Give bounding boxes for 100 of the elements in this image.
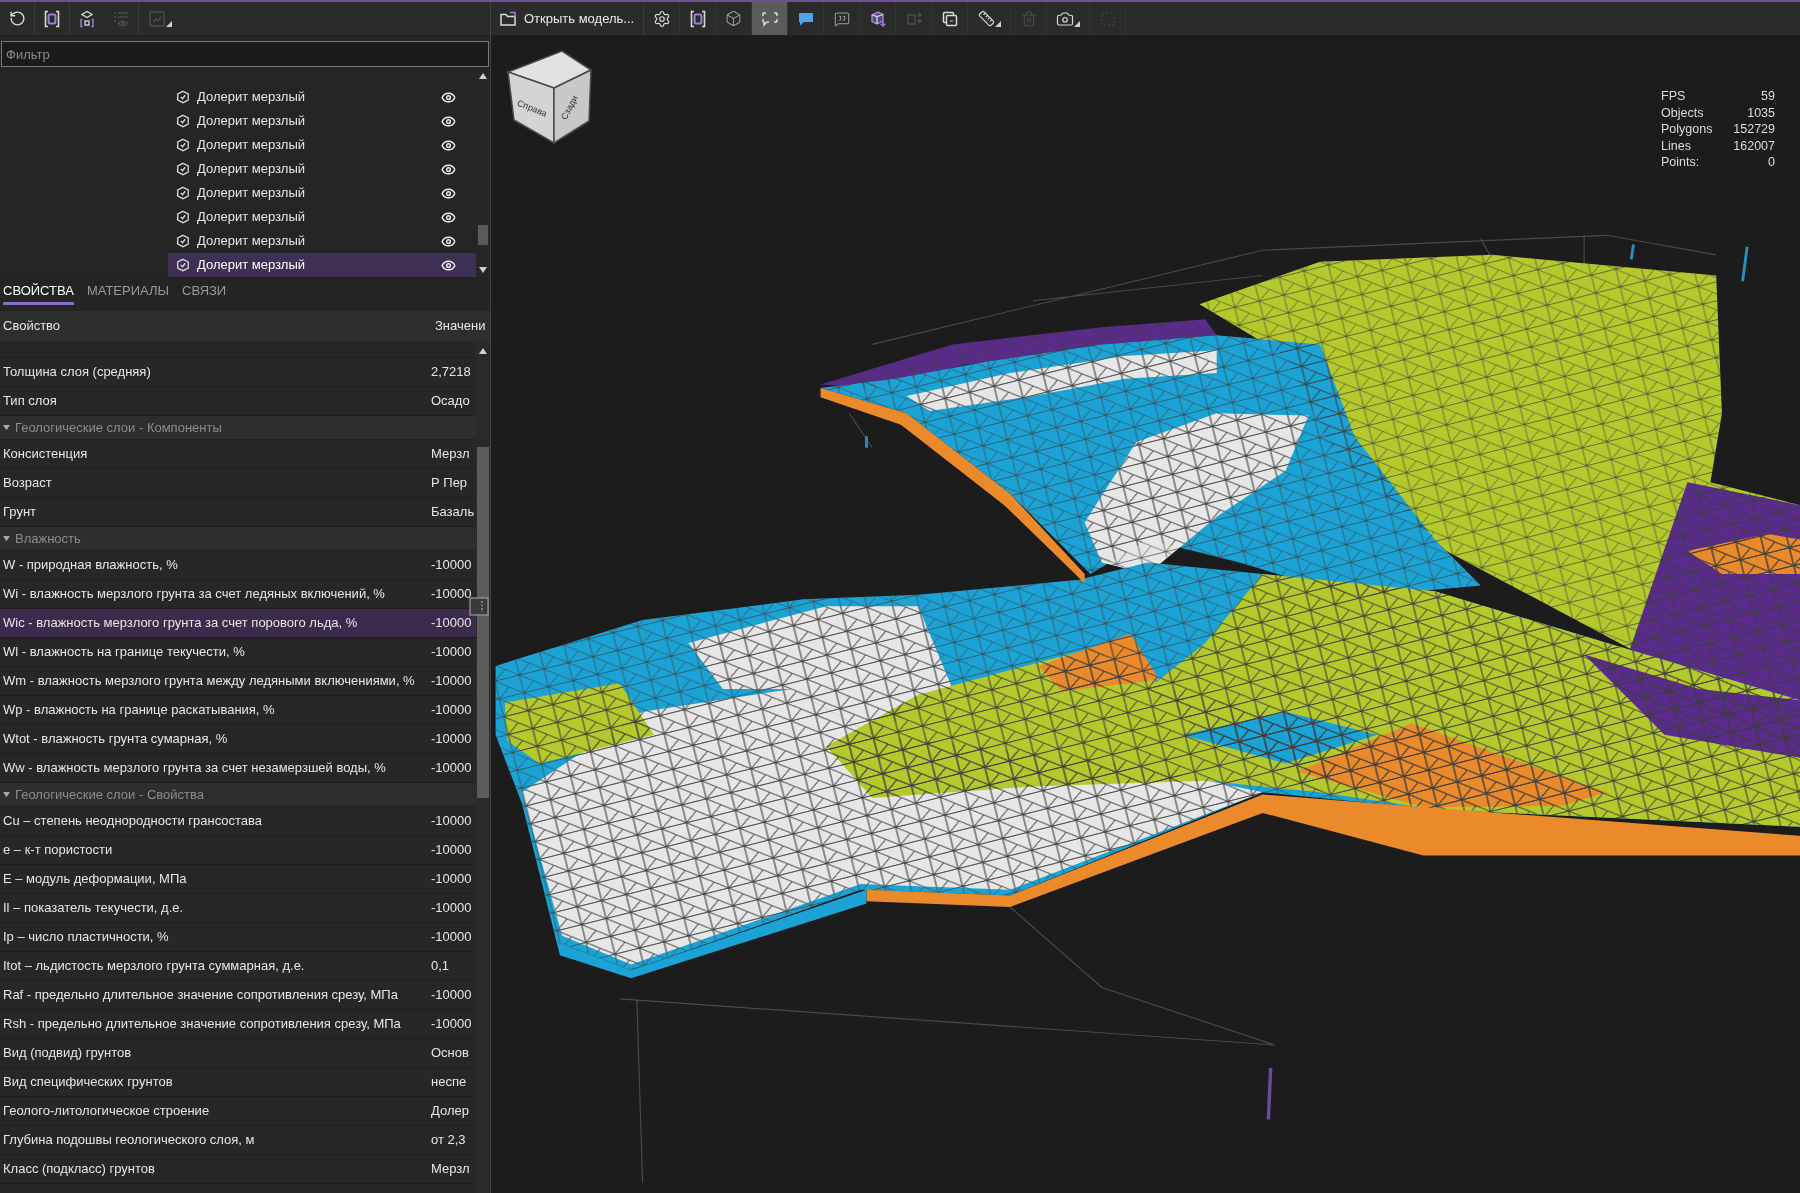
eye-icon[interactable] [441, 137, 456, 153]
hexagon-check-icon [176, 114, 190, 128]
property-value: неспе [431, 1073, 468, 1092]
eye-icon[interactable] [441, 185, 456, 201]
property-value: -10000 [431, 585, 473, 604]
stat-label: Points: [1661, 154, 1701, 171]
property-name: Класс (подкласс) грунтов [2, 1160, 156, 1179]
property-value: -10000 [431, 899, 473, 918]
property-value: -10000 [431, 928, 473, 947]
ruler-icon [977, 10, 995, 27]
scrollbar-thumb[interactable] [477, 447, 489, 798]
property-value: Базаль [431, 503, 476, 522]
property-name: Толщина слоя (средняя) [2, 363, 152, 382]
eye-icon[interactable] [441, 113, 456, 129]
stat-label: Lines [1661, 137, 1692, 154]
property-name: Cu – степень неоднородности грансостава [2, 812, 264, 831]
tree-item[interactable]: Долерит мерзлый [168, 109, 476, 133]
property-name: Wi - влажность мерзлого грунта за счет ледяных включений, % [2, 585, 386, 604]
stat-value: 152729 [1733, 121, 1775, 138]
settings-icon [652, 9, 671, 28]
property-name: Ip – число пластичности, % [2, 928, 170, 947]
property-value: -10000 [431, 730, 473, 749]
eye-icon[interactable] [441, 233, 456, 249]
property-value: -10000 [431, 614, 473, 633]
stat-value: 59 [1760, 88, 1775, 105]
history-icon [8, 10, 26, 27]
scrollbar-thumb[interactable] [478, 225, 488, 245]
tree-item[interactable]: Долерит мерзлый [168, 85, 476, 109]
property-name: Raf - предельно длительное значение сопротивления срезу, МПа [2, 986, 399, 1005]
property-name: Wl - влажность на границе текучести, % [2, 643, 246, 662]
frame-icon [688, 9, 707, 28]
object-frame-icon [78, 9, 96, 28]
group-header[interactable]: Влажность [0, 527, 476, 551]
stat-value: 162007 [1733, 137, 1775, 154]
tree-item[interactable]: Долерит мерзлый [168, 133, 476, 157]
property-name: Wm - влажность мерзлого грунта между ледяными включениями, % [2, 672, 416, 691]
tree-item[interactable]: Долерит мерзлый [168, 253, 476, 277]
property-name: Il – показатель текучести, д.е. [2, 899, 185, 918]
dropdown-triangle-icon [166, 21, 172, 27]
property-value: Р Пер [431, 474, 469, 493]
property-row[interactable]: Wic - влажность мерзлого грунта за счет порового льда, % -10000 [0, 609, 476, 638]
quote-bubble-icon [833, 10, 850, 27]
property-name: Геолого-литологическое строение [2, 1102, 211, 1121]
list-eye-icon [112, 9, 130, 28]
eye-icon[interactable] [441, 209, 456, 225]
hexagon-check-icon [176, 210, 190, 224]
open-model-button[interactable]: Открыть модель... [495, 2, 644, 35]
property-name: Rsh - предельно длительное значение сопротивления срезу, МПа [2, 1015, 402, 1034]
group-header[interactable]: Геологические слои - Свойства [0, 783, 476, 807]
scroll-down-icon [479, 267, 487, 273]
stat-label: Polygons [1661, 121, 1714, 138]
tree-item[interactable]: Долерит мерзлый [168, 229, 476, 253]
hexagon-check-icon [176, 186, 190, 200]
column-header[interactable]: Свойство [0, 316, 61, 336]
property-value: от 2,3 [431, 1131, 467, 1150]
dropdown-triangle-icon [994, 21, 1001, 27]
stat-value: 1035 [1746, 104, 1775, 121]
eye-icon[interactable] [441, 161, 456, 177]
scroll-up-icon [479, 348, 487, 354]
property-name: Wic - влажность мерзлого грунта за счет порового льда, % [2, 614, 359, 633]
filter-field[interactable]: Фильтр [1, 41, 489, 67]
hexagon-check-icon [176, 90, 190, 104]
property-name: Вид (подвид) грунтов [2, 1044, 133, 1063]
hexagon-check-icon [176, 234, 190, 248]
property-value: 2,7218 [431, 363, 472, 382]
property-name: Itot – льдистость мерзлого грунта суммарная, д.е. [2, 957, 306, 976]
toolbar-button[interactable] [752, 2, 788, 35]
property-value: -10000 [431, 556, 473, 575]
scrollbar-track[interactable] [476, 341, 490, 1193]
property-value: Основ [431, 1044, 470, 1063]
property-name: Тип слоя [2, 392, 58, 411]
dropdown-triangle-icon [1074, 21, 1081, 27]
trash-icon [1020, 10, 1037, 27]
tab[interactable]: МАТЕРИАЛЫ [86, 277, 169, 305]
property-value: -10000 [431, 870, 473, 889]
tree-item[interactable]: Долерит мерзлый [168, 205, 476, 229]
property-value: Осадо [431, 392, 471, 411]
property-name: Wp - влажность на границе раскатывания, % [2, 701, 276, 720]
tree-item[interactable]: Долерит мерзлый [168, 157, 476, 181]
frame-icon [43, 9, 61, 28]
hexagon-check-icon [176, 162, 190, 176]
property-value: Мерзл [431, 1160, 471, 1179]
column-header[interactable]: Значени [435, 316, 490, 336]
property-name: Глубина подошвы геологического слоя, м [2, 1131, 256, 1150]
property-name: W - природная влажность, % [2, 556, 179, 575]
speech-frame-icon [760, 9, 779, 28]
eye-icon[interactable] [441, 89, 456, 105]
windows-icon [940, 9, 959, 28]
group-header[interactable]: Геологические слои - Компоненты [0, 416, 476, 440]
tree-item[interactable]: Долерит мерзлый [168, 181, 476, 205]
property-value: -10000 [431, 643, 473, 662]
cube-plus-icon [868, 9, 887, 28]
property-value: Мерзл [431, 445, 471, 464]
tab[interactable]: СВЯЗИ [182, 277, 227, 305]
property-name: Ww - влажность мерзлого грунта за счет незамерзшей воды, % [2, 759, 387, 778]
eye-icon[interactable] [441, 257, 456, 273]
property-value: -10000 [431, 986, 473, 1005]
folder-icon [499, 9, 517, 28]
camera-icon [1056, 9, 1075, 28]
hexagon-check-icon [176, 258, 190, 272]
